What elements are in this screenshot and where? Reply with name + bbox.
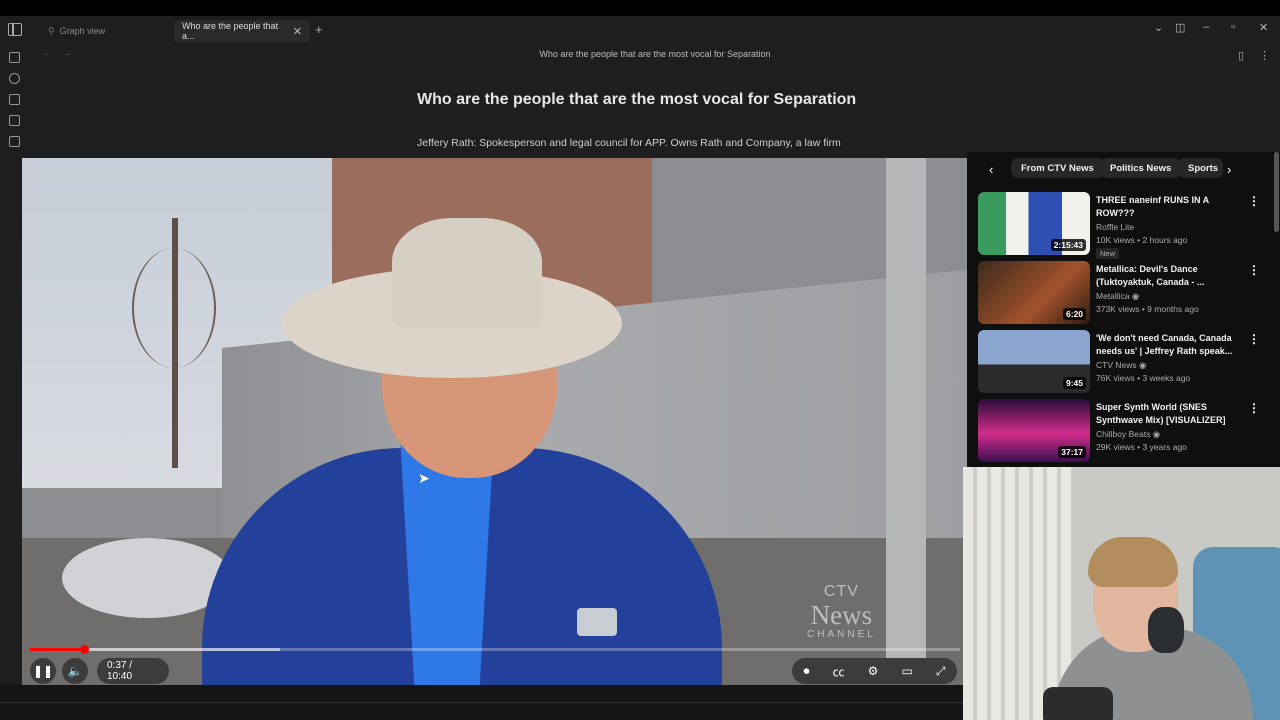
video-item[interactable]: 37:17 Super Synth World (SNES Synthwave … — [978, 399, 1278, 465]
autoplay-toggle-icon[interactable]: ⏺ — [804, 664, 810, 679]
video-item[interactable]: 9:45 'We don't need Canada, Canada needs… — [978, 330, 1278, 396]
calendar-icon[interactable] — [9, 115, 20, 126]
channel-name-text: Metallica — [1096, 291, 1130, 301]
note-header-title: Who are the people that are the most voc… — [539, 49, 771, 59]
ctv-news-watermark: CTV News CHANNEL — [807, 583, 876, 640]
video-item[interactable]: 2:15:43 THREE naneinf RUNS IN A ROW??? R… — [978, 192, 1278, 259]
webcam-overlay — [963, 467, 1280, 720]
time-display: 0:37 / 10:40 — [97, 658, 169, 684]
new-badge: New — [1096, 248, 1120, 259]
video-title[interactable]: Metallica: Devil's Dance (Tuktoyaktuk, C… — [1096, 263, 1236, 289]
miniplayer-icon[interactable]: ▭ — [901, 664, 912, 678]
video-thumbnail[interactable]: 37:17 — [978, 399, 1090, 462]
graph-view-icon[interactable] — [9, 73, 20, 84]
video-menu-icon[interactable]: ⋮ — [1248, 194, 1260, 208]
volume-button[interactable]: 🔈 — [62, 658, 88, 684]
maximize-icon[interactable]: ▫ — [1231, 21, 1235, 33]
captions-icon[interactable]: ㏄ — [833, 663, 845, 680]
minimize-icon[interactable]: – — [1203, 21, 1209, 33]
chevron-right-icon[interactable]: › — [1227, 162, 1231, 177]
youtube-sidebar: ‹ From CTV News Politics News Sports › 2… — [967, 152, 1280, 467]
copy-icon[interactable] — [9, 136, 20, 147]
note-heading: Who are the people that are the most voc… — [417, 91, 857, 108]
layout-icon[interactable]: ◫ — [1175, 21, 1185, 34]
settings-gear-icon[interactable]: ⚙ — [868, 664, 879, 678]
pocket-square — [577, 608, 617, 636]
channel-name[interactable]: Chillboy Beats ◉ — [1096, 429, 1160, 440]
video-thumbnail[interactable]: 9:45 — [978, 330, 1090, 393]
note-paragraph: Jeffery Rath: Spokesperson and legal cou… — [417, 137, 841, 149]
watermark-news: News — [810, 600, 873, 630]
webcam-blinds — [963, 467, 1073, 720]
video-menu-icon[interactable]: ⋮ — [1248, 263, 1260, 277]
video-player[interactable]: CTV News CHANNEL ➤ ❚❚ 🔈 0:37 / 10:40 ⏺ ㏄… — [22, 158, 967, 685]
video-item[interactable]: 6:20 Metallica: Devil's Dance (Tuktoyakt… — [978, 261, 1278, 327]
reading-view-icon[interactable]: ▯ — [1238, 49, 1244, 62]
verified-icon: ◉ — [1139, 360, 1147, 370]
hat-crown — [392, 218, 542, 328]
chevron-down-icon[interactable]: ⌄ — [1154, 21, 1163, 34]
duration-badge: 2:15:43 — [1050, 239, 1086, 251]
webcam-person-hair — [1088, 537, 1178, 587]
tab-label: Graph view — [59, 26, 106, 36]
video-meta: 29K views • 3 years ago — [1096, 442, 1187, 452]
progress-fill — [30, 648, 84, 651]
duration-badge: 9:45 — [1062, 377, 1086, 389]
duration-badge: 37:17 — [1058, 446, 1086, 458]
file-icon[interactable] — [9, 52, 20, 63]
pause-icon: ❚❚ — [32, 664, 54, 678]
headphones-icon — [1148, 607, 1184, 653]
chip-politics-news[interactable]: Politics News — [1100, 158, 1182, 178]
mouse-cursor-icon: ➤ — [418, 470, 430, 486]
video-meta: 373K views • 9 months ago — [1096, 304, 1199, 314]
video-title[interactable]: Super Synth World (SNES Synthwave Mix) [… — [1096, 401, 1236, 427]
sidebar-toggle-icon[interactable] — [8, 23, 22, 36]
channel-name[interactable]: CTV News ◉ — [1096, 360, 1146, 371]
channel-name-text: Chillboy Beats — [1096, 429, 1151, 439]
watermark-ctv: CTV — [823, 583, 859, 600]
fullscreen-icon[interactable]: ⤢ — [936, 664, 946, 679]
channel-name-text: CTV News — [1096, 360, 1137, 370]
chip-from-ctv-news[interactable]: From CTV News — [1011, 158, 1104, 178]
video-menu-icon[interactable]: ⋮ — [1248, 332, 1260, 346]
volume-icon: 🔈 — [67, 664, 83, 678]
video-meta: 76K views • 3 weeks ago — [1096, 373, 1191, 383]
chevron-left-icon[interactable]: ‹ — [989, 162, 993, 177]
chip-bar: ‹ From CTV News Politics News Sports › — [967, 152, 1280, 186]
video-title[interactable]: THREE naneinf RUNS IN A ROW??? — [1096, 194, 1236, 220]
channel-name[interactable]: Metallica ◉ — [1096, 291, 1139, 302]
sidebar-scrollbar[interactable] — [1274, 152, 1279, 232]
video-tree — [132, 218, 216, 468]
verified-icon: ◉ — [1152, 429, 1161, 439]
chip-sports[interactable]: Sports — [1178, 158, 1223, 178]
tab-note[interactable]: Who are the people that a... ✕ — [174, 20, 310, 42]
microphone-icon — [1043, 687, 1113, 720]
screen-top-bar — [0, 0, 1280, 16]
graph-icon: ⚲ — [48, 25, 55, 36]
tab-graph-view[interactable]: ⚲ Graph view — [40, 20, 172, 42]
video-pole — [886, 158, 926, 658]
channel-name[interactable]: Roffle Lite — [1096, 222, 1134, 232]
progress-scrubber[interactable] — [79, 645, 89, 654]
bottom-divider — [0, 702, 963, 703]
player-right-controls: ⏺ ㏄ ⚙ ▭ ⤢ — [792, 658, 957, 684]
more-options-icon[interactable]: ⋮ — [1259, 49, 1270, 62]
duration-badge: 6:20 — [1062, 308, 1086, 320]
video-thumbnail[interactable]: 6:20 — [978, 261, 1090, 324]
window-close-icon[interactable]: ✕ — [1259, 21, 1268, 34]
close-icon[interactable]: ✕ — [293, 25, 302, 38]
video-thumbnail[interactable]: 2:15:43 — [978, 192, 1090, 255]
verified-icon: ◉ — [1131, 291, 1140, 301]
watermark-channel: CHANNEL — [807, 629, 876, 640]
progress-bar[interactable] — [30, 645, 960, 654]
new-tab-icon[interactable]: + — [315, 22, 323, 37]
pause-button[interactable]: ❚❚ — [30, 658, 56, 684]
canvas-icon[interactable] — [9, 94, 20, 105]
video-title[interactable]: 'We don't need Canada, Canada needs us' … — [1096, 332, 1236, 358]
tab-label: Who are the people that a... — [182, 21, 279, 41]
video-menu-icon[interactable]: ⋮ — [1248, 401, 1260, 415]
video-meta: 10K views • 2 hours ago — [1096, 235, 1188, 245]
